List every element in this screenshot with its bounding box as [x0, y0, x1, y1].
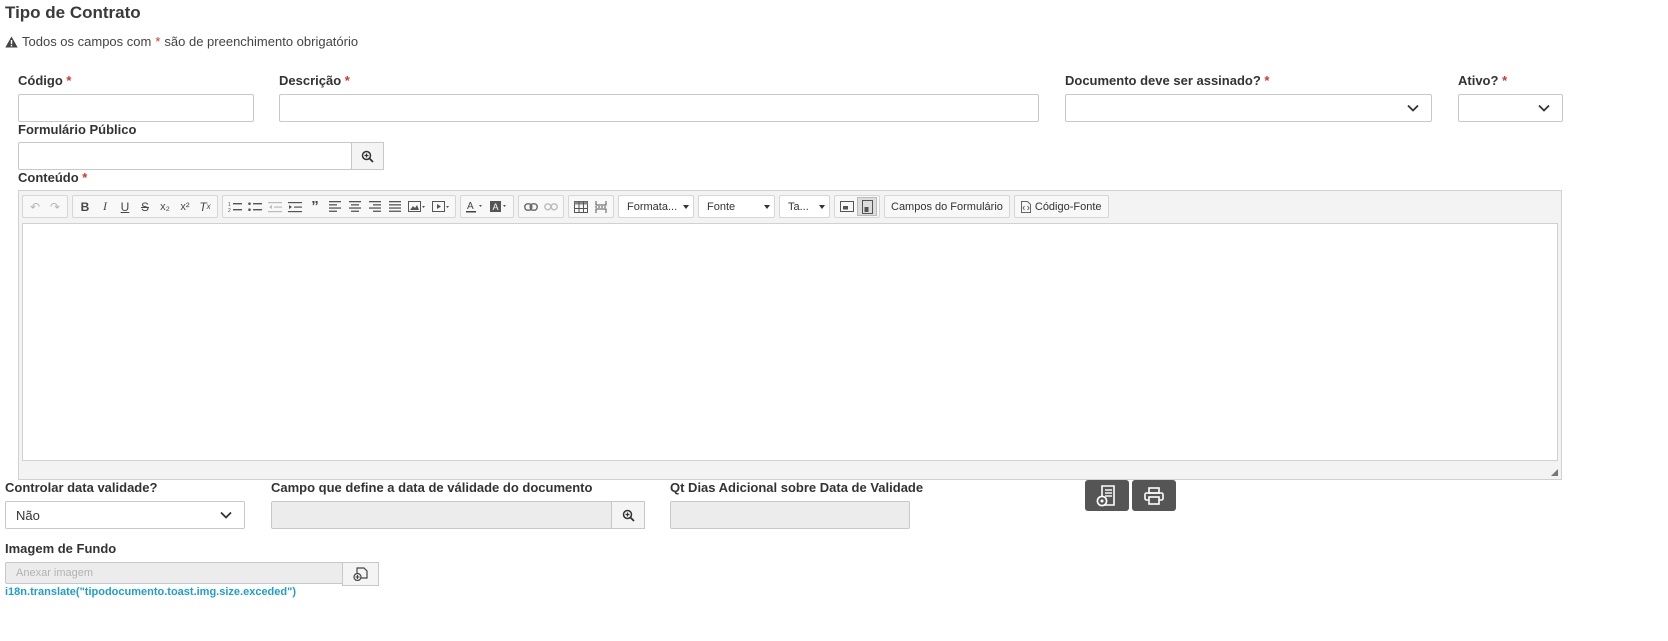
table-icon[interactable] — [571, 197, 591, 216]
qt-dias-label: Qt Dias Adicional sobre Data de Validade — [670, 480, 924, 495]
form-fields-label: Campos do Formulário — [891, 200, 1003, 213]
portrait-icon[interactable] — [857, 197, 877, 216]
format-combo[interactable]: Formata... — [618, 195, 694, 218]
background-color-icon[interactable]: A — [487, 197, 511, 216]
zoom-in-icon — [622, 509, 635, 522]
outdent-icon[interactable] — [265, 197, 285, 216]
documento-assinado-label: Documento deve ser assinado? * — [1065, 73, 1270, 88]
warning-icon — [5, 36, 18, 47]
controlar-validade-label: Controlar data validade? — [5, 480, 158, 495]
paragraph-group: 12 ” — [222, 195, 456, 218]
svg-text:2: 2 — [228, 208, 231, 213]
page-title: Tipo de Contrato — [5, 3, 141, 22]
attach-file-icon — [353, 567, 368, 581]
colors-group: A A — [460, 195, 514, 218]
notice-required-star: * — [155, 34, 161, 49]
page-orientation-group — [834, 195, 880, 218]
notice-suffix: são de preenchimento obrigatório — [164, 34, 359, 49]
font-combo[interactable]: Fonte — [698, 195, 775, 218]
document-settings-icon — [1096, 484, 1115, 506]
links-group — [518, 195, 564, 218]
codigo-label: Código * — [18, 73, 72, 88]
campo-validade-search-button[interactable] — [611, 501, 645, 529]
campo-validade-label: Campo que define a data de válidade do d… — [271, 480, 593, 495]
print-button[interactable] — [1132, 480, 1176, 511]
underline-icon[interactable]: U — [115, 197, 135, 216]
text-color-icon[interactable]: A — [463, 197, 487, 216]
superscript-icon[interactable]: x² — [175, 197, 195, 216]
resize-handle-icon[interactable] — [1551, 469, 1558, 476]
align-right-icon[interactable] — [365, 197, 385, 216]
undo-icon[interactable]: ↶ — [25, 197, 45, 216]
controlar-validade-select[interactable]: Não — [5, 501, 245, 529]
numbered-list-icon[interactable]: 12 — [225, 197, 245, 216]
editor-toolbar: ↶ ↷ B I U S x₂ x² Tx 12 ” A A Formata...… — [19, 191, 1561, 222]
formulario-search-button[interactable] — [351, 142, 384, 170]
media-embed-icon[interactable] — [429, 197, 453, 216]
formulario-publico-label: Formulário Público — [18, 122, 137, 137]
conteudo-label: Conteúdo * — [18, 170, 88, 185]
italic-icon[interactable]: I — [95, 197, 115, 216]
source-code-button[interactable]: Código-Fonte — [1013, 195, 1109, 218]
form-fields-button[interactable]: Campos do Formulário — [884, 195, 1010, 218]
documento-assinado-select[interactable] — [1065, 94, 1432, 122]
blockquote-icon[interactable]: ” — [305, 197, 325, 216]
history-group: ↶ ↷ — [22, 195, 68, 218]
source-code-label: Código-Fonte — [1034, 200, 1102, 213]
link-icon[interactable] — [521, 197, 541, 216]
size-combo-label: Ta... — [788, 200, 809, 213]
required-notice: Todos os campos com * são de preenchimen… — [5, 34, 358, 49]
attach-image-button[interactable] — [342, 562, 379, 586]
caret-down-icon — [683, 204, 689, 209]
insert-group — [568, 195, 614, 218]
redo-icon[interactable]: ↷ — [45, 197, 65, 216]
controlar-validade-value: Não — [16, 507, 40, 523]
align-justify-icon[interactable] — [385, 197, 405, 216]
editor-content-area[interactable] — [22, 223, 1558, 461]
notice-prefix: Todos os campos com — [22, 34, 152, 49]
descricao-label: Descrição * — [279, 73, 350, 88]
ativo-select[interactable] — [1458, 94, 1563, 122]
strikethrough-icon[interactable]: S — [135, 197, 155, 216]
subscript-icon[interactable]: x₂ — [155, 197, 175, 216]
format-combo-label: Formata... — [627, 200, 678, 213]
zoom-in-icon — [361, 150, 374, 163]
imagem-fundo-input[interactable]: Anexar imagem — [5, 562, 343, 584]
ativo-label: Ativo? * — [1458, 73, 1508, 88]
bulleted-list-icon[interactable] — [245, 197, 265, 216]
chevron-down-icon — [1407, 104, 1419, 112]
document-settings-button[interactable] — [1085, 480, 1129, 511]
indent-icon[interactable] — [285, 197, 305, 216]
page-break-icon[interactable] — [591, 197, 611, 216]
align-center-icon[interactable] — [345, 197, 365, 216]
caret-down-icon — [764, 204, 770, 209]
remove-format-icon[interactable]: Tx — [195, 197, 215, 216]
chevron-down-icon — [1538, 104, 1550, 112]
source-code-icon — [1020, 200, 1031, 213]
campo-validade-input — [271, 501, 612, 529]
bold-icon[interactable]: B — [75, 197, 95, 216]
qt-dias-input — [670, 501, 910, 529]
caret-down-icon — [819, 204, 825, 209]
basic-styles-group: B I U S x₂ x² Tx — [72, 195, 218, 218]
codigo-input[interactable] — [18, 94, 254, 122]
formulario-publico-input[interactable] — [18, 142, 352, 170]
landscape-icon[interactable] — [837, 197, 857, 216]
image-icon[interactable] — [405, 197, 429, 216]
font-combo-label: Fonte — [707, 200, 736, 213]
descricao-input[interactable] — [279, 94, 1039, 122]
svg-text:A: A — [493, 202, 499, 212]
align-left-icon[interactable] — [325, 197, 345, 216]
printer-icon — [1144, 486, 1164, 505]
image-size-hint: i18n.translate("tipodocumento.toast.img.… — [5, 586, 296, 598]
chevron-down-icon — [220, 511, 232, 519]
content-editor: ↶ ↷ B I U S x₂ x² Tx 12 ” A A Formata...… — [18, 190, 1562, 480]
imagem-fundo-label: Imagem de Fundo — [5, 541, 117, 556]
svg-text:A: A — [467, 201, 474, 212]
unlink-icon[interactable] — [541, 197, 561, 216]
size-combo[interactable]: Ta... — [779, 195, 830, 218]
